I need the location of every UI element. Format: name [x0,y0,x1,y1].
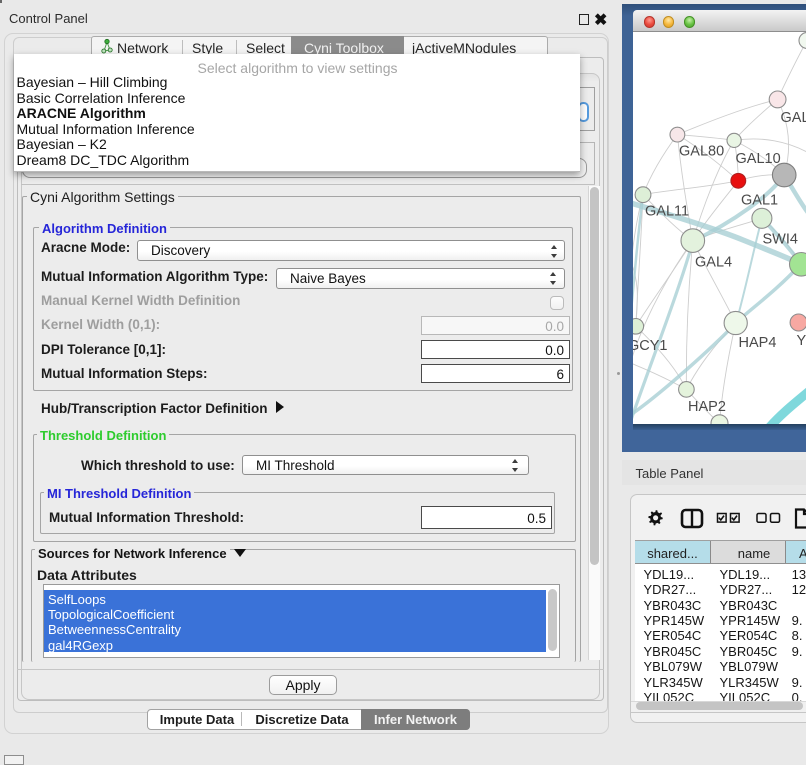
svg-text:GAL10: GAL10 [736,151,781,167]
svg-text:SWI4: SWI4 [763,231,798,247]
svg-text:HAP2: HAP2 [688,399,726,415]
svg-text:GAL1: GAL1 [741,192,778,208]
svg-text:GAL11: GAL11 [645,203,689,219]
svg-text:HAP4: HAP4 [739,335,777,351]
svg-text:Y: Y [797,333,806,349]
svg-text:GCY1: GCY1 [633,338,668,354]
svg-text:GAL: GAL [781,110,806,126]
svg-text:GAL4: GAL4 [695,254,732,270]
svg-text:GAL80: GAL80 [679,143,724,159]
